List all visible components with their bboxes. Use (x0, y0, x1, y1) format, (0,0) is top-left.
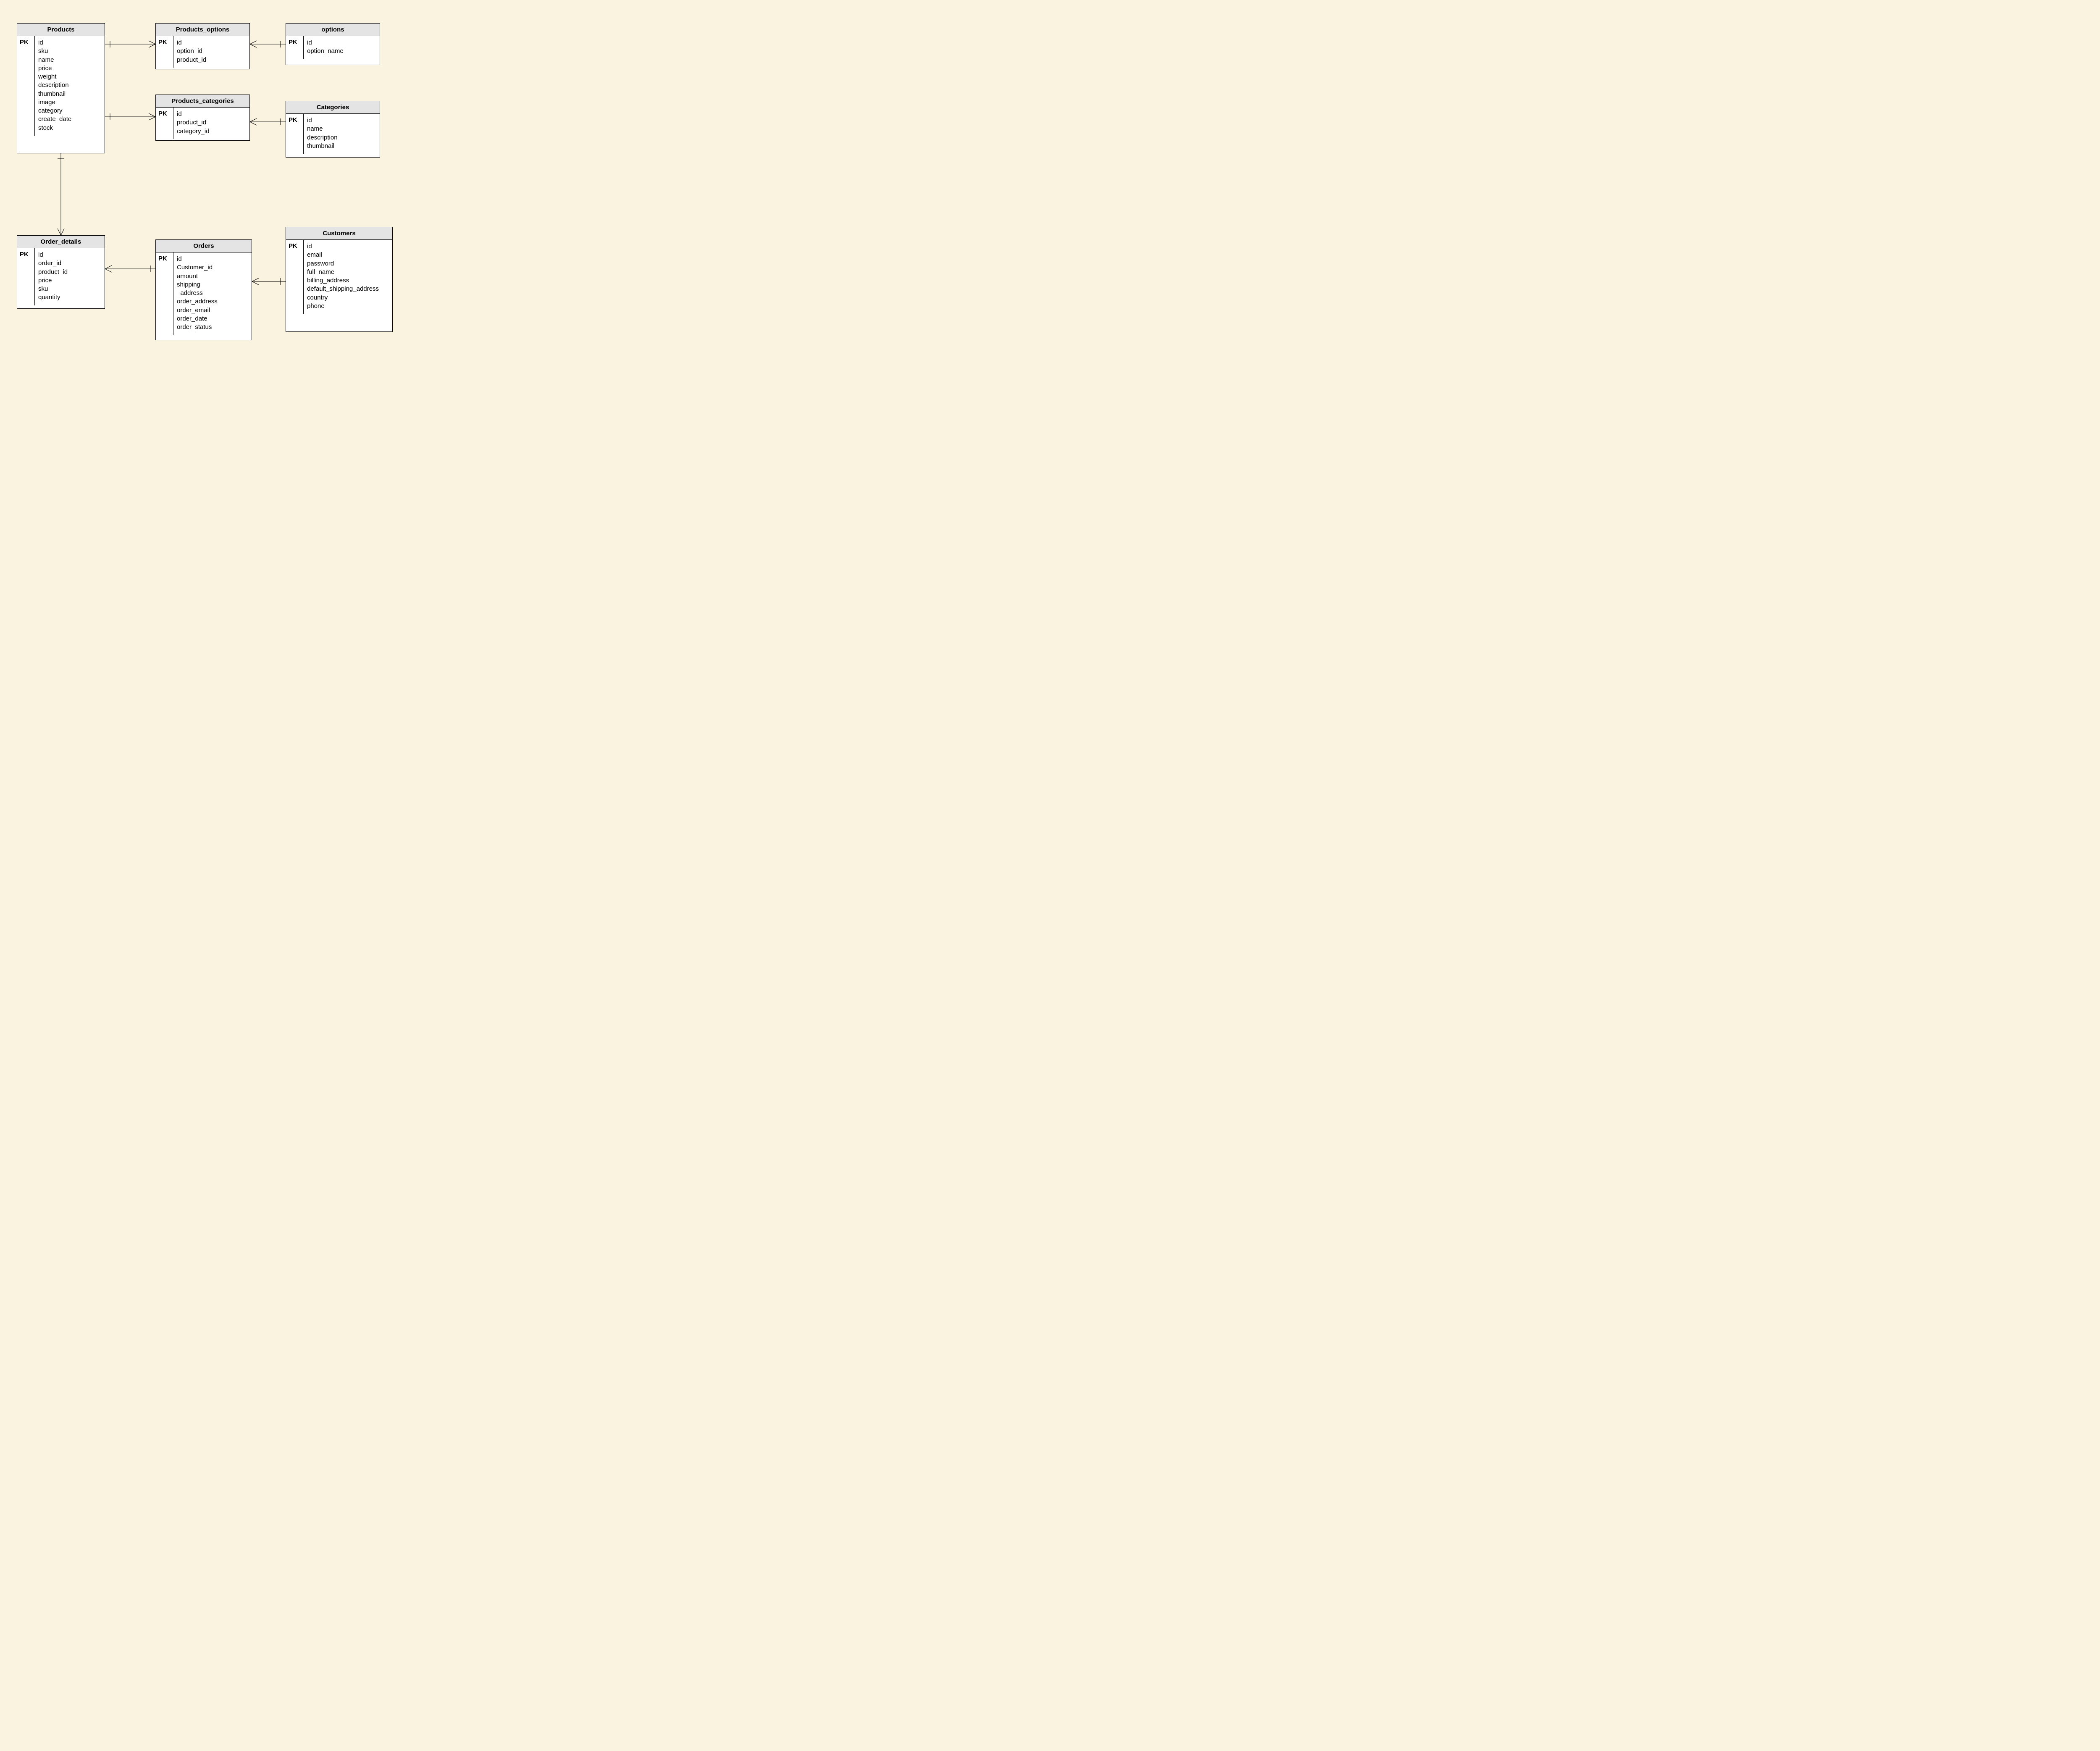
field: country (307, 294, 390, 302)
field: image (38, 98, 102, 107)
er-diagram-canvas: Products PK id sku name price weight des… (0, 0, 504, 420)
entity-title: Order_details (17, 236, 105, 248)
field: product_id (177, 118, 247, 127)
field: id (38, 39, 102, 47)
field: option_id (177, 47, 247, 55)
field-list: id name description thumbnail (304, 114, 380, 154)
entity-title: Products (17, 24, 105, 36)
field: default_shipping_address (307, 285, 390, 293)
field: password (307, 260, 390, 268)
field: quantity (38, 293, 102, 302)
field: category_id (177, 127, 247, 136)
pk-label: PK (286, 240, 304, 314)
field: stock (38, 124, 102, 132)
pk-label: PK (156, 252, 173, 335)
field: _address (177, 289, 249, 297)
field: thumbnail (38, 90, 102, 98)
field: order_address (177, 297, 249, 306)
field: thumbnail (307, 142, 377, 150)
entity-customers: Customers PK id email password full_name… (286, 227, 393, 332)
field: order_id (38, 259, 102, 268)
field: id (307, 39, 377, 47)
entity-title: Products_categories (156, 95, 249, 108)
field: category (38, 107, 102, 115)
entity-options: options PK id option_name (286, 23, 380, 65)
entity-products: Products PK id sku name price weight des… (17, 23, 105, 153)
field: full_name (307, 268, 390, 276)
field: product_id (38, 268, 102, 276)
entity-title: Categories (286, 101, 380, 114)
field: shipping (177, 281, 249, 289)
field-list: id order_id product_id price sku quantit… (35, 248, 105, 305)
entity-orders: Orders PK id Customer_id amount shipping… (155, 239, 252, 340)
field: id (177, 255, 249, 263)
field: id (177, 110, 247, 118)
field-list: id email password full_name billing_addr… (304, 240, 392, 314)
entity-products-options: Products_options PK id option_id product… (155, 23, 250, 69)
field: id (177, 39, 247, 47)
field: description (38, 81, 102, 89)
field: description (307, 134, 377, 142)
field: sku (38, 47, 102, 55)
field: order_date (177, 315, 249, 323)
field: order_email (177, 306, 249, 315)
field: id (38, 251, 102, 259)
pk-label: PK (286, 114, 304, 154)
pk-label: PK (156, 108, 173, 139)
field-list: id sku name price weight description thu… (35, 36, 105, 136)
field: billing_address (307, 276, 390, 285)
field: sku (38, 285, 102, 293)
pk-label: PK (156, 36, 173, 68)
field-list: id product_id category_id (173, 108, 249, 139)
entity-order-details: Order_details PK id order_id product_id … (17, 235, 105, 309)
entity-categories: Categories PK id name description thumbn… (286, 101, 380, 158)
pk-label: PK (17, 36, 35, 136)
field-list: id option_name (304, 36, 380, 59)
field: id (307, 242, 390, 251)
field: name (307, 125, 377, 133)
entity-products-categories: Products_categories PK id product_id cat… (155, 95, 250, 141)
field-list: id Customer_id amount shipping _address … (173, 252, 252, 335)
pk-label: PK (286, 36, 304, 59)
field: id (307, 116, 377, 125)
field: option_name (307, 47, 377, 55)
entity-title: options (286, 24, 380, 36)
entity-title: Products_options (156, 24, 249, 36)
field: amount (177, 272, 249, 281)
entity-title: Orders (156, 240, 252, 252)
field: product_id (177, 56, 247, 64)
field: price (38, 64, 102, 73)
field: phone (307, 302, 390, 310)
pk-label: PK (17, 248, 35, 305)
field: Customer_id (177, 263, 249, 272)
field: price (38, 276, 102, 285)
field: order_status (177, 323, 249, 331)
field: create_date (38, 115, 102, 124)
field: email (307, 251, 390, 259)
field: weight (38, 73, 102, 81)
entity-title: Customers (286, 227, 392, 240)
field-list: id option_id product_id (173, 36, 249, 68)
field: name (38, 56, 102, 64)
